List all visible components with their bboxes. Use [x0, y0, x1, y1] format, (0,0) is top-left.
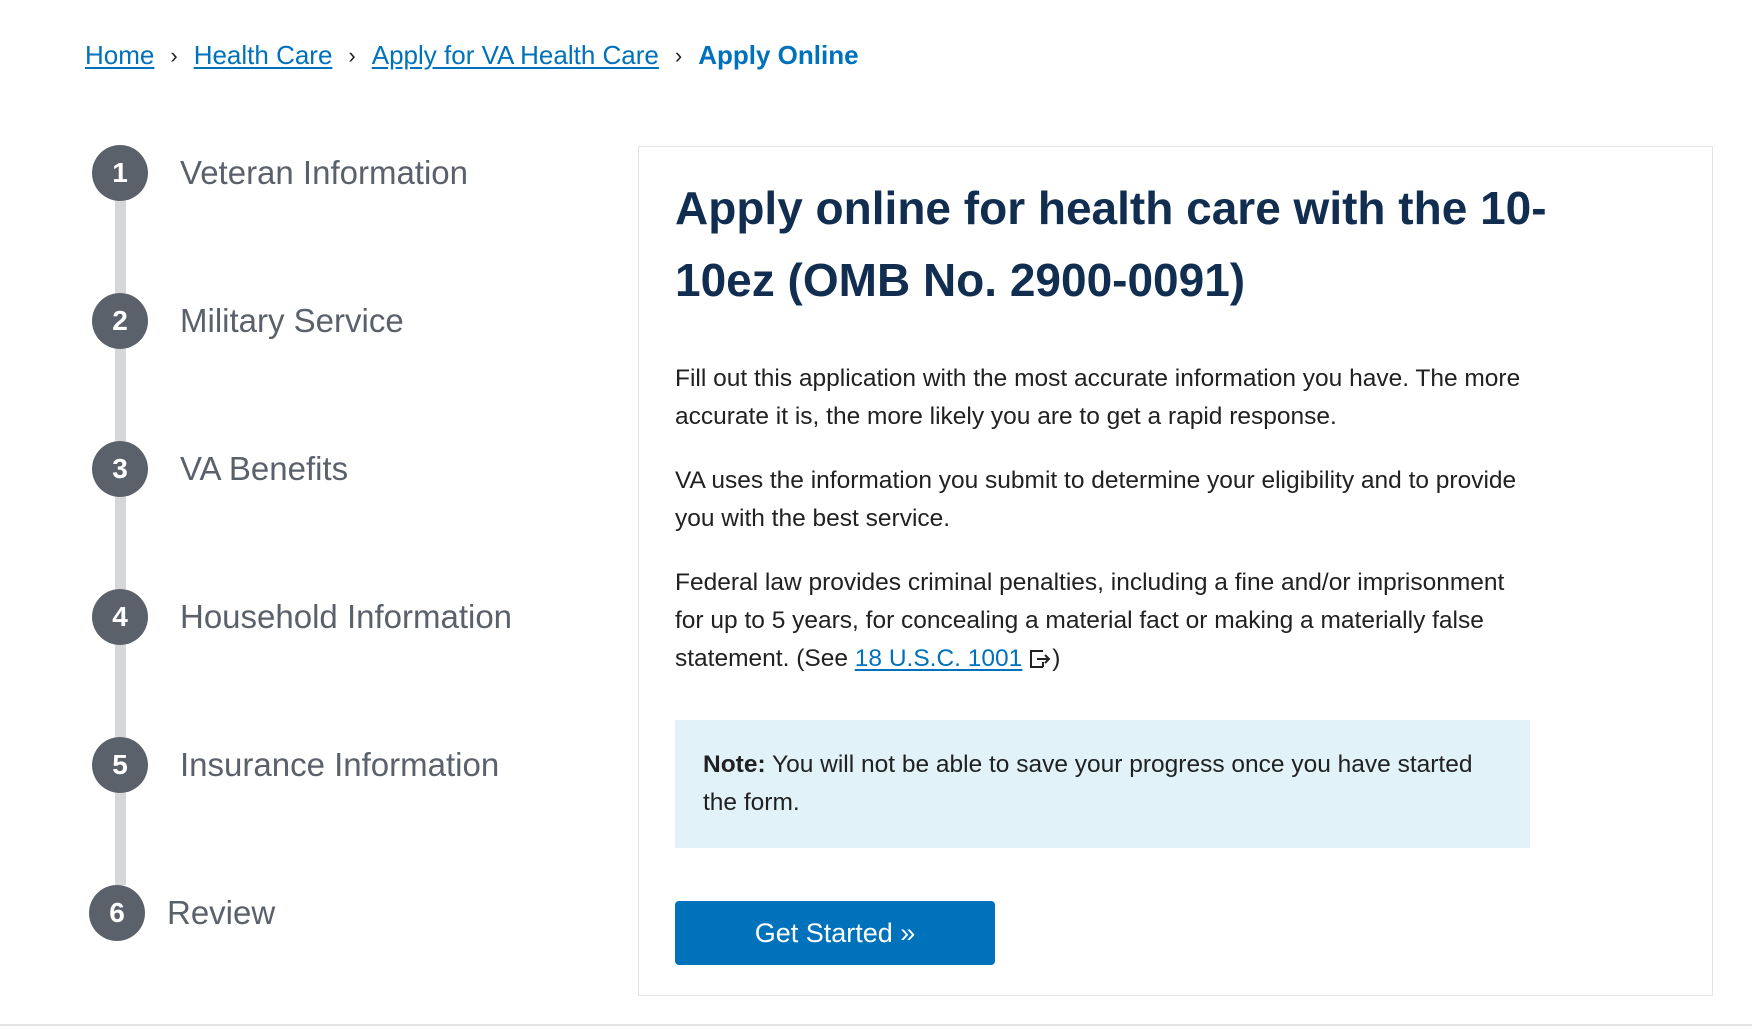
breadcrumb-separator: ›: [170, 42, 178, 68]
intro-card: Apply online for health care with the 10…: [638, 146, 1713, 996]
breadcrumb-separator: ›: [674, 42, 683, 68]
intro-paragraph-federal-law: Federal law provides criminal penalties,…: [675, 564, 1535, 678]
step-number: 1: [92, 145, 148, 201]
step-label: Veteran Information: [180, 154, 469, 191]
step-label: Review: [167, 894, 276, 931]
step-insurance-information: 5 Insurance Information: [92, 737, 499, 793]
step-label: Insurance Information: [180, 746, 500, 783]
breadcrumb-link-apply-for-va-health-care[interactable]: Apply for VA Health Care: [372, 40, 659, 71]
step-review: 6 Review: [89, 885, 275, 941]
step-va-benefits: 3 VA Benefits: [92, 441, 348, 497]
step-household-information: 4 Household Information: [92, 589, 512, 645]
external-link-icon: [1030, 650, 1051, 668]
federal-law-closing: ): [1052, 645, 1061, 672]
step-connector: [115, 645, 126, 737]
federal-law-text: Federal law provides criminal penalties,…: [675, 569, 1505, 672]
breadcrumb-link-home[interactable]: Home: [85, 40, 154, 71]
step-number: 3: [92, 441, 148, 497]
step-connector: [115, 349, 126, 441]
step-number: 5: [92, 737, 148, 793]
intro-paragraph-accuracy: Fill out this application with the most …: [675, 365, 1521, 430]
step-label: Military Service: [180, 302, 404, 339]
breadcrumb: Home › Health Care › Apply for VA Health…: [85, 40, 859, 71]
breadcrumb-link-health-care[interactable]: Health Care: [194, 40, 333, 71]
page: Home › Health Care › Apply for VA Health…: [0, 0, 1752, 1030]
intro-paragraph-eligibility: VA uses the information you submit to de…: [675, 467, 1517, 532]
step-connector: [115, 497, 126, 589]
note-label: Note:: [703, 751, 766, 778]
step-label: VA Benefits: [180, 450, 349, 487]
step-number: 6: [89, 885, 145, 941]
breadcrumb-current: Apply Online: [698, 40, 859, 70]
step-veteran-information: 1 Veteran Information: [92, 145, 468, 201]
step-connector: [115, 793, 126, 885]
footer-divider: [0, 1024, 1752, 1026]
get-started-button[interactable]: Get Started »: [675, 901, 995, 965]
step-label: Household Information: [180, 598, 513, 635]
note-alert: Note: You will not be able to save your …: [675, 720, 1530, 848]
usc-1001-link[interactable]: 18 U.S.C. 1001: [855, 645, 1023, 672]
note-text: You will not be able to save your progre…: [703, 751, 1473, 816]
step-number: 4: [92, 589, 148, 645]
breadcrumb-separator: ›: [348, 42, 356, 68]
page-title: Apply online for health care with the 10…: [675, 182, 1547, 306]
step-military-service: 2 Military Service: [92, 293, 404, 349]
step-number: 2: [92, 293, 148, 349]
step-connector: [115, 201, 126, 293]
